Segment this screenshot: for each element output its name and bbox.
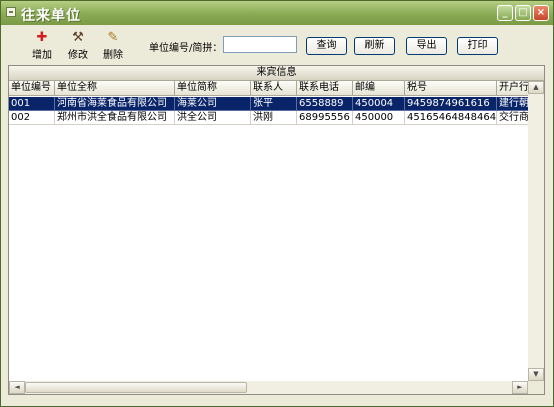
- hammer-icon: ⚒: [72, 30, 84, 45]
- table-row[interactable]: 002 郑州市洪全食品有限公司 洪全公司 洪刚 68995556 450000 …: [9, 111, 528, 125]
- table-cell[interactable]: 张平: [251, 97, 297, 111]
- table-cell[interactable]: 45165464848464: [405, 111, 497, 125]
- table-cell[interactable]: 002: [9, 111, 55, 125]
- column-header-short-name[interactable]: 单位简称: [175, 81, 251, 96]
- edit-button-label: 修改: [68, 50, 88, 61]
- guest-info-panel: 来宾信息 单位编号 单位全称 单位简称 联系人 联系电话 邮编 税号 开户行 0…: [8, 65, 545, 395]
- window-title: 往来单位: [21, 8, 81, 24]
- vertical-scrollbar[interactable]: ▲ ▼: [528, 81, 544, 381]
- search-label: 单位编号/简拼：: [149, 43, 223, 54]
- scroll-up-button[interactable]: ▲: [528, 81, 544, 94]
- table-row[interactable]: 001 河南省海莱食品有限公司 海莱公司 张平 6558889 450004 9…: [9, 97, 528, 111]
- minimize-button[interactable]: _: [497, 5, 513, 21]
- query-button[interactable]: 查询: [306, 37, 347, 55]
- scroll-down-button[interactable]: ▼: [528, 368, 544, 381]
- window-menu-icon[interactable]: [6, 7, 16, 17]
- table-cell[interactable]: 洪全公司: [175, 111, 251, 125]
- close-button[interactable]: ×: [533, 5, 549, 21]
- table-cell[interactable]: 交行商: [497, 111, 528, 125]
- print-button[interactable]: 打印: [457, 37, 498, 55]
- refresh-button[interactable]: 刷新: [354, 37, 395, 55]
- add-button[interactable]: ✚ 增加: [27, 30, 57, 62]
- grid-header: 单位编号 单位全称 单位简称 联系人 联系电话 邮编 税号 开户行: [9, 81, 528, 96]
- table-cell[interactable]: 68995556: [297, 111, 353, 125]
- maximize-button[interactable]: □: [515, 5, 531, 21]
- export-button[interactable]: 导出: [406, 37, 447, 55]
- scrollbar-corner: [528, 381, 544, 394]
- column-header-unit-code[interactable]: 单位编号: [9, 81, 55, 96]
- title-bar[interactable]: 往来单位 _ □ ×: [1, 1, 553, 25]
- table-cell[interactable]: 450000: [353, 111, 405, 125]
- table-cell[interactable]: 郑州市洪全食品有限公司: [55, 111, 175, 125]
- table-cell[interactable]: 洪刚: [251, 111, 297, 125]
- table-cell[interactable]: 001: [9, 97, 55, 111]
- horizontal-scroll-thumb[interactable]: [25, 382, 247, 393]
- table-cell[interactable]: 海莱公司: [175, 97, 251, 111]
- table-cell[interactable]: 河南省海莱食品有限公司: [55, 97, 175, 111]
- add-button-label: 增加: [32, 50, 52, 61]
- edit-button[interactable]: ⚒ 修改: [63, 30, 93, 62]
- scroll-right-button[interactable]: ►: [512, 381, 528, 394]
- table-cell[interactable]: 450004: [353, 97, 405, 111]
- horizontal-scrollbar[interactable]: ◄ ►: [9, 381, 528, 394]
- toolbar: ✚ 增加 ⚒ 修改 ✎ 删除 单位编号/简拼： 查询 刷新 导出 打印: [1, 25, 553, 65]
- delete-button[interactable]: ✎ 删除: [98, 30, 128, 62]
- column-header-bank[interactable]: 开户行: [497, 81, 528, 96]
- column-header-full-name[interactable]: 单位全称: [55, 81, 175, 96]
- delete-button-label: 删除: [103, 50, 123, 61]
- table-cell[interactable]: 9459874961616: [405, 97, 497, 111]
- scroll-left-button[interactable]: ◄: [9, 381, 25, 394]
- column-header-phone[interactable]: 联系电话: [297, 81, 353, 96]
- broom-icon: ✎: [107, 30, 119, 45]
- table-cell[interactable]: 6558889: [297, 97, 353, 111]
- data-grid[interactable]: 单位编号 单位全称 单位简称 联系人 联系电话 邮编 税号 开户行 001 河南…: [9, 81, 528, 381]
- add-plus-icon: ✚: [36, 30, 48, 45]
- column-header-postcode[interactable]: 邮编: [353, 81, 405, 96]
- main-window: 往来单位 _ □ × ✚ 增加 ⚒ 修改 ✎ 删除 单位编号/简拼： 查询 刷新…: [0, 0, 554, 407]
- panel-title: 来宾信息: [9, 66, 544, 81]
- table-cell[interactable]: 建行朝: [497, 97, 528, 111]
- column-header-contact[interactable]: 联系人: [251, 81, 297, 96]
- column-header-tax-id[interactable]: 税号: [405, 81, 497, 96]
- search-input[interactable]: [223, 36, 297, 53]
